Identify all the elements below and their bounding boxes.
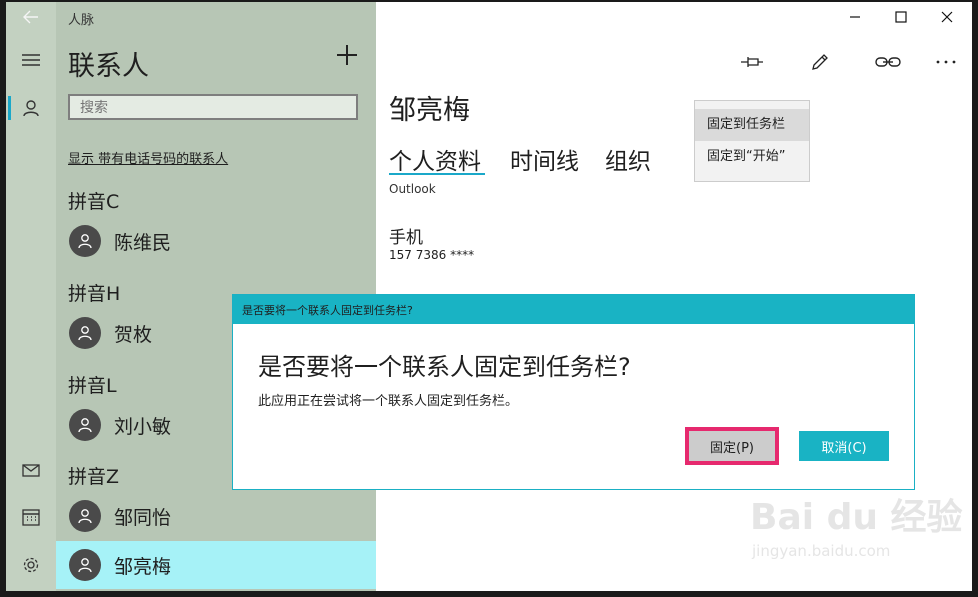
minimize-button[interactable] (832, 2, 878, 32)
close-icon (941, 11, 953, 23)
contact-name: 邹同怡 (114, 507, 172, 529)
phone-label: 手机 (389, 228, 423, 248)
close-button[interactable] (924, 2, 970, 32)
avatar (69, 317, 101, 349)
avatar (69, 500, 101, 532)
tab-organization[interactable]: 组织 (605, 142, 651, 176)
filter-phone-link[interactable]: 显示 带有电话号码的联系人 (68, 148, 228, 167)
group-header: 拼音L (68, 375, 117, 397)
account-source: Outlook (389, 182, 436, 196)
dialog-title: 是否要将一个联系人固定到任务栏? (242, 304, 413, 317)
calendar-icon (22, 509, 40, 526)
more-options-button[interactable] (928, 46, 964, 78)
plus-icon (337, 45, 357, 65)
person-icon (23, 100, 39, 117)
avatar (69, 225, 101, 257)
nav-rail (6, 2, 56, 591)
tab-timeline[interactable]: 时间线 (510, 142, 579, 176)
baidu-watermark: Bai du 经验 jingyan.baidu.com (750, 488, 963, 578)
pane-title: 联系人 (68, 51, 149, 82)
group-header: 拼音Z (68, 466, 120, 488)
group-header: 拼音H (68, 283, 121, 305)
maximize-icon (895, 11, 907, 23)
contact-item[interactable]: 陈维民 (56, 217, 376, 265)
dialog-message: 此应用正在尝试将一个联系人固定到任务栏。 (258, 394, 519, 409)
pin-button[interactable] (734, 46, 770, 78)
active-tab-underline (389, 173, 485, 175)
person-icon (78, 234, 92, 249)
contact-name: 贺枚 (114, 324, 153, 346)
link-button[interactable] (870, 46, 906, 78)
avatar (69, 409, 101, 441)
group-header: 拼音C (68, 191, 120, 213)
contact-title: 邹亮梅 (389, 95, 470, 126)
menu-item-pin-start[interactable]: 固定到“开始” (695, 141, 809, 173)
nav-mail-button[interactable] (6, 450, 56, 490)
hamburger-menu-button[interactable] (6, 40, 56, 80)
person-icon (78, 558, 92, 573)
contact-item[interactable]: 邹同怡 (56, 492, 376, 540)
nav-calendar-button[interactable] (6, 497, 56, 537)
edit-button[interactable] (802, 46, 838, 78)
watermark-logo: Bai du 经验 (750, 497, 963, 538)
contact-name: 邹亮梅 (114, 556, 172, 578)
pin-confirm-button[interactable]: 固定(P) (685, 427, 779, 465)
watermark-url: jingyan.baidu.com (752, 542, 891, 560)
pencil-icon (812, 54, 828, 70)
contact-name: 刘小敏 (114, 416, 172, 438)
person-icon (78, 326, 92, 341)
back-button[interactable] (6, 2, 56, 32)
pin-menu: 固定到任务栏 固定到“开始” (694, 100, 810, 182)
app-title: 人脉 (68, 13, 95, 28)
tab-profile[interactable]: 个人资料 (389, 142, 481, 176)
more-icon (936, 60, 956, 64)
contact-name: 陈维民 (114, 232, 172, 254)
back-arrow-icon (23, 10, 38, 24)
menu-item-pin-taskbar[interactable]: 固定到任务栏 (695, 109, 809, 141)
person-icon (78, 509, 92, 524)
pin-confirm-dialog: 是否要将一个联系人固定到任务栏? 是否要将一个联系人固定到任务栏? 此应用正在尝… (232, 294, 915, 490)
contact-item-selected[interactable]: 邹亮梅 (56, 541, 376, 589)
search-input[interactable] (68, 94, 358, 120)
dialog-heading: 是否要将一个联系人固定到任务栏? (258, 353, 631, 381)
avatar (69, 549, 101, 581)
minimize-icon (850, 16, 860, 18)
people-app-window: 人脉 联系人 显示 带有电话号码的联系人 拼音C 陈维民 拼音H 贺枚 拼音L … (6, 2, 972, 591)
gear-icon (23, 557, 39, 573)
nav-settings-button[interactable] (6, 545, 56, 585)
pin-icon (741, 57, 763, 67)
link-icon (875, 57, 901, 67)
person-icon (78, 418, 92, 433)
maximize-button[interactable] (878, 2, 924, 32)
phone-value[interactable]: 157 7386 **** (389, 248, 474, 262)
cancel-button[interactable]: 取消(C) (799, 431, 889, 461)
nav-contacts-button[interactable] (6, 88, 56, 128)
mail-icon (22, 463, 40, 477)
hamburger-icon (22, 54, 40, 66)
dialog-titlebar: 是否要将一个联系人固定到任务栏? (233, 295, 914, 324)
add-contact-button[interactable] (336, 44, 368, 76)
